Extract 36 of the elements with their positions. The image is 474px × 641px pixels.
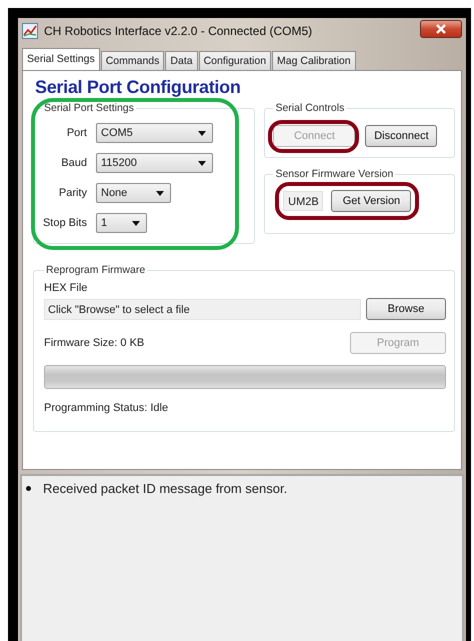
group-title: Reprogram Firmware — [45, 264, 146, 276]
tab[interactable]: Commands — [100, 51, 164, 70]
chart-icon — [22, 23, 38, 39]
caret-icon — [198, 130, 206, 136]
log-message: Received packet ID message from sensor. — [43, 481, 288, 496]
tab[interactable]: Serial Settings — [22, 48, 100, 70]
button[interactable]: Browse — [366, 298, 446, 320]
file-path-field[interactable]: Click "Browse" to select a file — [44, 298, 361, 320]
caret-icon — [198, 160, 206, 166]
field-label: HEX File — [44, 282, 88, 294]
version-field: UM2B — [283, 191, 324, 211]
group-title: Sensor Firmware Version — [274, 168, 394, 180]
field-label: Port — [66, 127, 88, 139]
group-title: Serial Controls — [274, 102, 346, 114]
tab[interactable]: Configuration — [198, 51, 272, 70]
section-heading: Serial Port Configuration — [35, 77, 242, 98]
status-text: Programming Status: Idle — [44, 402, 170, 414]
field-label: Baud — [60, 157, 88, 169]
dropdown[interactable]: 1 — [96, 213, 147, 233]
group-title: Serial Port Settings — [43, 102, 135, 114]
caret-icon — [132, 220, 140, 226]
button[interactable]: Get Version — [331, 190, 412, 212]
close-icon — [436, 24, 446, 34]
close-button[interactable] — [420, 20, 462, 38]
firmware-size-label: Firmware Size: 0 KB — [44, 337, 144, 349]
window-title: CH Robotics Interface v2.2.0 - Connected (COM5) — [44, 24, 314, 38]
dropdown[interactable]: 115200 — [96, 153, 213, 173]
field-label: Stop Bits — [42, 217, 88, 229]
dropdown[interactable]: COM5 — [96, 123, 213, 143]
field-label: Parity — [58, 187, 88, 199]
bullet-icon — [26, 486, 31, 491]
dropdown[interactable]: None — [96, 183, 171, 203]
button[interactable]: Disconnect — [365, 125, 438, 147]
caret-icon — [156, 190, 164, 196]
tab[interactable]: Mag Calibration — [272, 51, 356, 70]
tab[interactable]: Data — [165, 51, 198, 70]
